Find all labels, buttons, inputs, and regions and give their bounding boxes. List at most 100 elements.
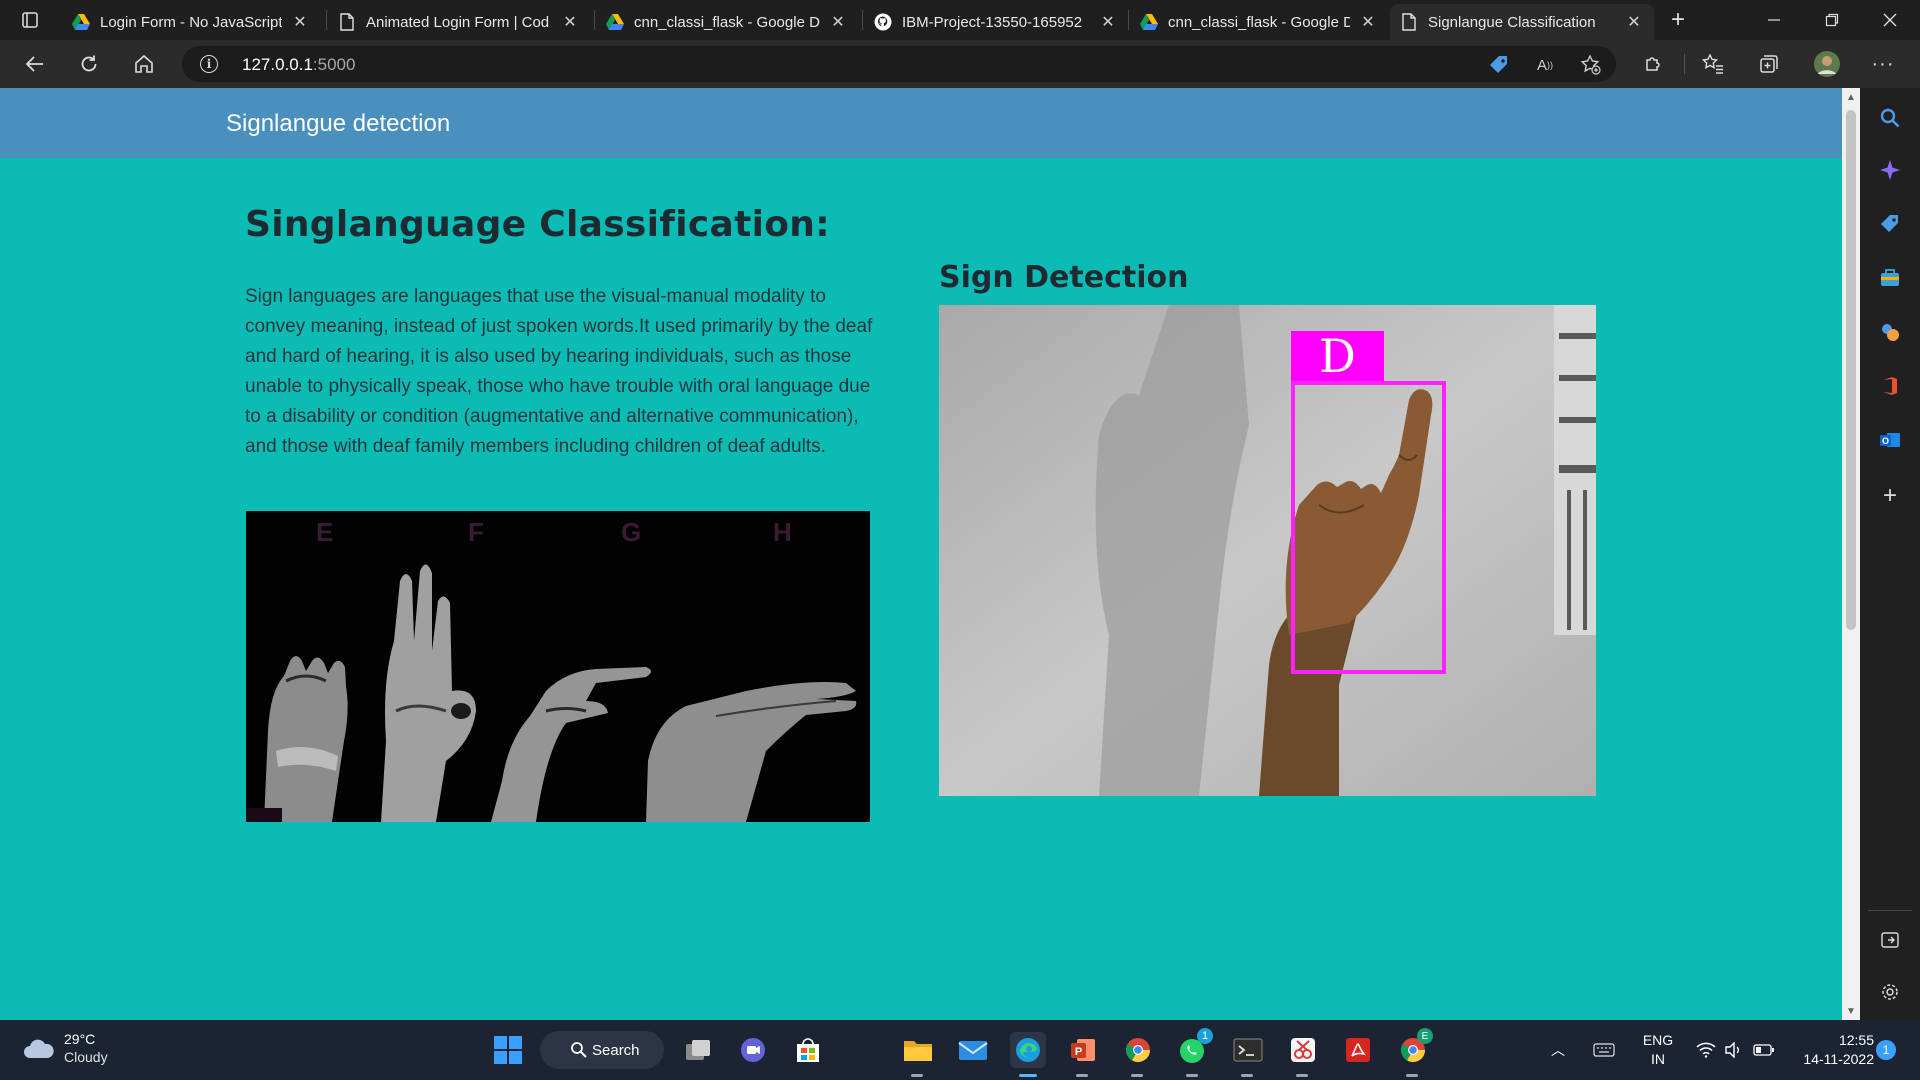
tab-cnn-classi-flask-1[interactable]: cnn_classi_flask - Google Dr ✕ <box>596 4 858 40</box>
new-tab-button[interactable]: + <box>1662 4 1694 36</box>
close-icon <box>1883 13 1897 27</box>
refresh-button[interactable] <box>72 48 106 80</box>
page-icon <box>338 13 356 31</box>
profile-avatar[interactable] <box>1810 48 1844 80</box>
chrome-profile-button[interactable]: E <box>1395 1028 1433 1068</box>
coupon-tag-icon[interactable] <box>1486 54 1512 76</box>
show-hidden-icons-button[interactable]: ︿ <box>1540 1032 1576 1068</box>
sidebar-divider <box>1868 910 1912 911</box>
tab-cnn-classi-flask-2[interactable]: cnn_classi_flask - Google Dr ✕ <box>1130 4 1388 40</box>
tools-briefcase-icon[interactable] <box>1876 264 1904 292</box>
mail-button[interactable] <box>955 1032 991 1068</box>
site-info-icon[interactable]: i <box>200 55 218 73</box>
shopping-tag-icon[interactable] <box>1876 210 1904 238</box>
page-scrollbar[interactable]: ▲ ▼ <box>1842 88 1860 1020</box>
copilot-sparkle-icon[interactable] <box>1876 156 1904 184</box>
close-icon[interactable]: ✕ <box>1624 12 1644 32</box>
scroll-down-icon[interactable]: ▼ <box>1842 1002 1860 1020</box>
windows-logo-icon <box>494 1036 522 1064</box>
tab-bar: Login Form - No JavaScript ✕ Animated Lo… <box>0 0 1920 40</box>
google-drive-icon <box>606 13 624 31</box>
tab-signlangue-classification[interactable]: Signlangue Classification ✕ <box>1390 4 1654 40</box>
url-port: :5000 <box>312 55 356 74</box>
battery-icon[interactable] <box>1746 1032 1782 1068</box>
edge-sidebar: O + <box>1860 88 1920 1020</box>
url-host: 127.0.0.1 <box>242 55 313 74</box>
terminal-button[interactable] <box>1230 1032 1266 1068</box>
refresh-icon <box>81 55 97 72</box>
navbar-brand[interactable]: Signlangue detection <box>226 110 450 138</box>
acrobat-button[interactable] <box>1340 1032 1376 1068</box>
close-icon[interactable]: ✕ <box>828 12 848 32</box>
github-icon <box>874 13 892 31</box>
restore-button[interactable] <box>1804 0 1860 40</box>
active-indicator <box>1019 1074 1037 1077</box>
svg-text:O: O <box>1882 436 1889 446</box>
add-favorite-icon[interactable] <box>1578 54 1604 76</box>
tab-title: cnn_classi_flask - Google Dr <box>1168 13 1350 31</box>
powerpoint-button[interactable]: P <box>1065 1032 1101 1068</box>
home-button[interactable] <box>127 48 161 80</box>
detected-label: D <box>1291 331 1384 381</box>
puzzle-icon <box>1646 57 1660 71</box>
whatsapp-badge: 1 <box>1197 1028 1213 1044</box>
settings-more-button[interactable]: ··· <box>1866 48 1900 80</box>
extensions-button[interactable] <box>1636 48 1670 80</box>
url-text[interactable]: 127.0.0.1:5000 <box>242 55 355 75</box>
clock[interactable]: 12:55 14-11-2022 <box>1790 1031 1874 1069</box>
games-icon[interactable] <box>1876 318 1904 346</box>
snipping-tool-button[interactable] <box>1285 1032 1321 1068</box>
whatsapp-button[interactable]: 1 <box>1175 1028 1213 1068</box>
close-icon[interactable]: ✕ <box>1358 12 1378 32</box>
close-icon[interactable]: ✕ <box>560 12 580 32</box>
tab-login-form[interactable]: Login Form - No JavaScript ✕ <box>62 4 320 40</box>
teams-chat-button[interactable] <box>735 1032 771 1068</box>
scroll-up-icon[interactable]: ▲ <box>1842 88 1860 106</box>
chrome-button[interactable] <box>1120 1032 1156 1068</box>
terminal-icon <box>1233 1038 1263 1062</box>
tab-title: Animated Login Form | Cod <box>366 13 550 31</box>
start-button[interactable] <box>490 1032 526 1068</box>
language-indicator[interactable]: ENG IN <box>1636 1031 1680 1069</box>
hide-sidebar-icon[interactable] <box>1876 926 1904 954</box>
sign-detection-title: Sign Detection <box>939 260 1189 295</box>
sidebar-settings-gear-icon[interactable] <box>1876 978 1904 1006</box>
weather-widget[interactable]: 29°C Cloudy <box>22 1030 108 1066</box>
address-bar[interactable]: i 127.0.0.1:5000 A)) <box>182 46 1616 82</box>
back-button[interactable] <box>18 48 52 80</box>
minimize-button[interactable] <box>1746 0 1802 40</box>
task-view-button[interactable] <box>680 1032 716 1068</box>
asl-hands-image: E F G H <box>246 511 870 822</box>
outlook-icon[interactable]: O <box>1876 426 1904 454</box>
close-icon[interactable]: ✕ <box>1098 12 1118 32</box>
restore-icon <box>1825 13 1839 27</box>
edge-button[interactable] <box>1010 1032 1046 1068</box>
search-icon[interactable] <box>1876 104 1904 132</box>
more-icon: ··· <box>1871 52 1895 75</box>
home-icon <box>135 54 153 73</box>
tab-actions-button[interactable] <box>10 4 50 36</box>
browser-toolbar: i 127.0.0.1:5000 A)) ··· <box>0 40 1920 88</box>
read-aloud-icon[interactable]: A)) <box>1532 54 1558 76</box>
notification-badge[interactable]: 1 <box>1876 1040 1896 1060</box>
collections-button[interactable] <box>1752 48 1786 80</box>
microsoft-store-button[interactable] <box>790 1032 826 1068</box>
add-sidebar-app-icon[interactable]: + <box>1876 482 1904 510</box>
close-window-button[interactable] <box>1862 0 1918 40</box>
snipping-tool-icon <box>1291 1038 1315 1062</box>
task-view-icon <box>686 1040 710 1060</box>
running-indicator <box>1241 1074 1253 1077</box>
tab-actions-icon <box>22 12 38 28</box>
webcam-feed: D <box>939 305 1596 796</box>
office-icon[interactable] <box>1876 372 1904 400</box>
tab-animated-login-form[interactable]: Animated Login Form | Cod ✕ <box>328 4 590 40</box>
scroll-thumb[interactable] <box>1846 110 1856 630</box>
folder-icon <box>904 1041 932 1061</box>
weather-condition: Cloudy <box>64 1049 108 1065</box>
favorites-button[interactable] <box>1696 48 1730 80</box>
taskbar-search[interactable]: Search <box>540 1031 664 1069</box>
file-explorer-button[interactable] <box>900 1032 936 1068</box>
keyboard-icon[interactable] <box>1586 1032 1622 1068</box>
tab-ibm-project[interactable]: IBM-Project-13550-165952 ✕ <box>864 4 1128 40</box>
close-icon[interactable]: ✕ <box>290 12 310 32</box>
